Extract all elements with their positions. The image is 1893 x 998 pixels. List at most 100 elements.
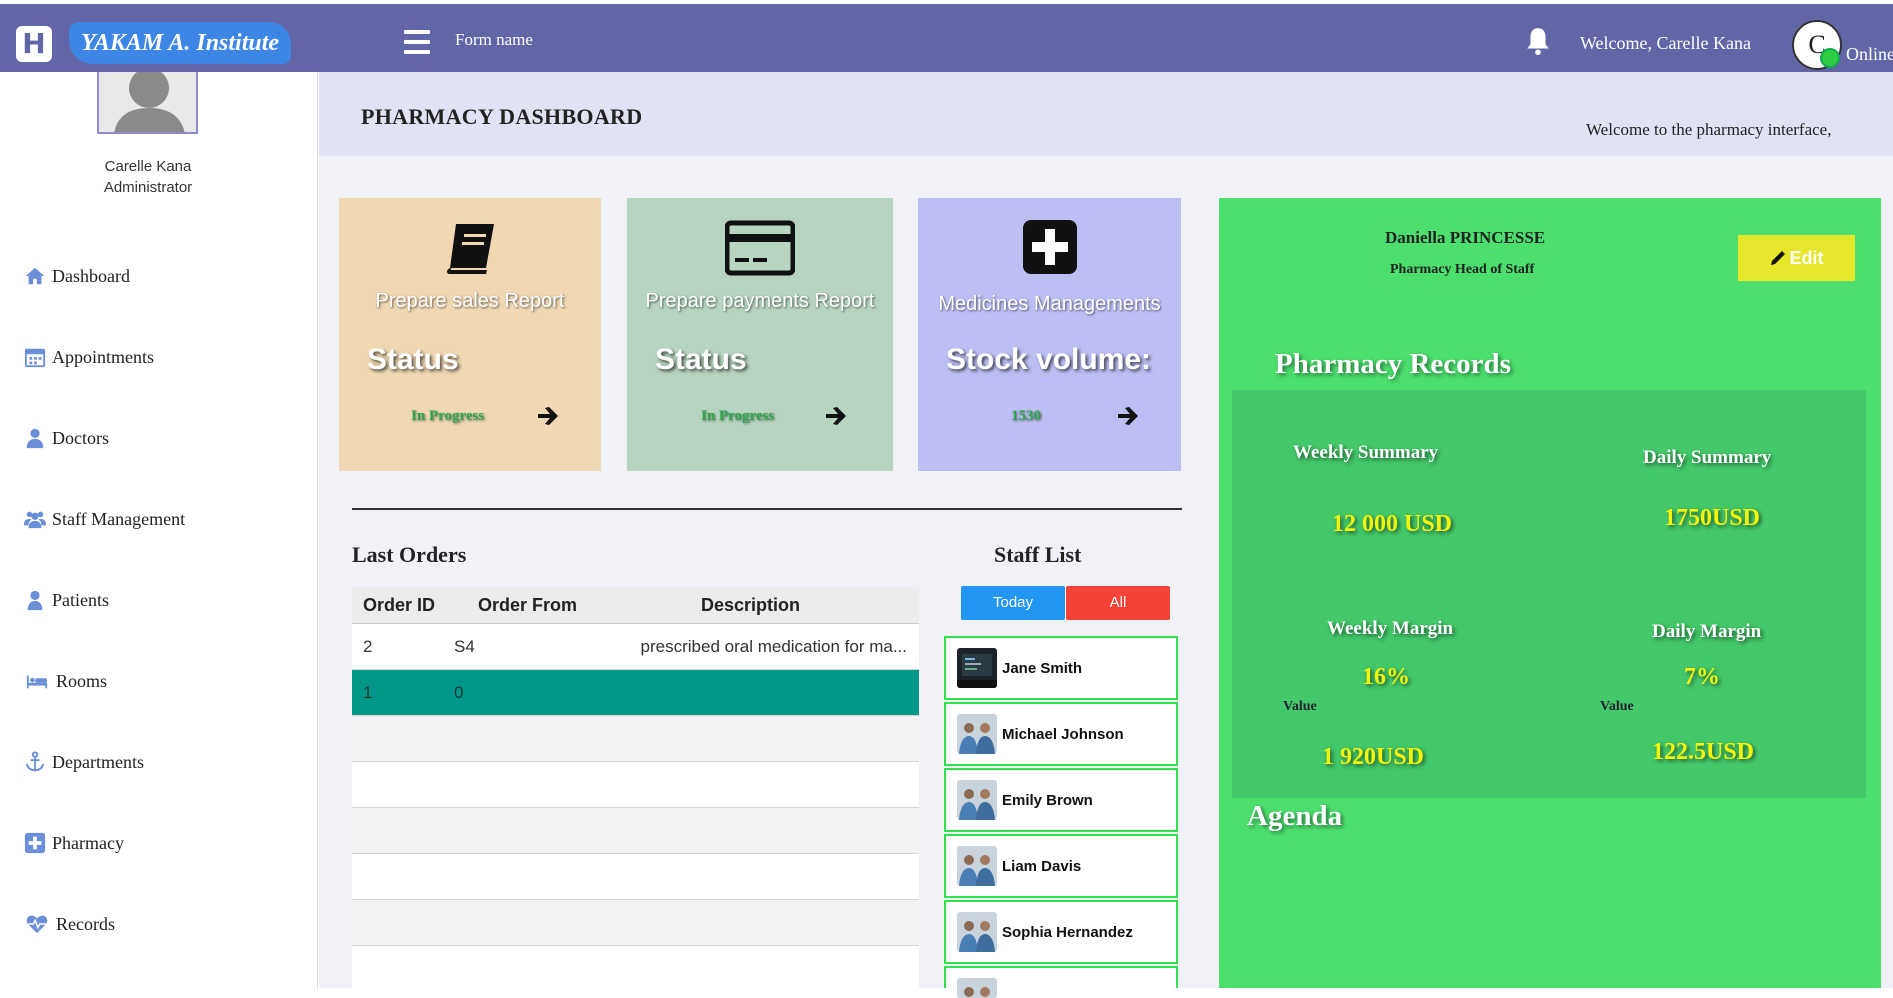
payments-report-card[interactable]: Prepare payments Report Status In Progre… (627, 198, 893, 471)
section-divider (352, 508, 1182, 510)
staff-photo (957, 978, 997, 998)
column-header[interactable]: Description (594, 595, 919, 616)
credit-card-icon (725, 220, 795, 276)
daily-value-label: Value (1600, 699, 1634, 714)
sidebar-item-label: Pharmacy (52, 832, 124, 853)
app-logo-icon[interactable]: H (16, 26, 52, 62)
form-name-label: Form name (455, 30, 533, 49)
table-row[interactable]: 1 0 (352, 670, 919, 716)
order-from-cell: S4 (454, 636, 475, 656)
head-staff-name: Daniella PRINCESSE (1385, 228, 1546, 247)
sidebar-item-doctors[interactable]: Doctors (24, 423, 109, 453)
card-caption: Prepare sales Report (375, 290, 565, 312)
card-caption: Prepare payments Report (645, 290, 875, 312)
medicines-management-card[interactable]: Medicines Managements Stock volume: 1530 (918, 198, 1181, 471)
plus-square-icon (1022, 220, 1077, 274)
anchor-icon (25, 751, 45, 772)
card-heading: Status (367, 343, 459, 376)
staff-list-item[interactable]: Sophia Hernandez (944, 900, 1178, 964)
weekly-summary-value: 12 000 USD (1332, 511, 1453, 537)
bed-icon (26, 675, 48, 689)
staff-list-item[interactable]: Emily Brown (944, 768, 1178, 832)
filter-all-button[interactable]: All (1066, 586, 1170, 620)
bell-icon[interactable] (1525, 26, 1551, 56)
sidebar-user-role: Administrator (103, 179, 193, 196)
daily-margin-label: Daily Margin (1652, 621, 1762, 642)
column-header[interactable]: Order ID (352, 595, 444, 616)
staff-list-item[interactable] (944, 966, 1178, 998)
sidebar-user-name: Carelle Kana (104, 158, 192, 175)
online-status-text: Online (1846, 44, 1893, 64)
sales-report-card[interactable]: Prepare sales Report Status In Progress (339, 198, 601, 471)
staff-list-item[interactable]: Liam Davis (944, 834, 1178, 898)
sidebar-item-label: Dashboard (52, 265, 130, 286)
card-status: In Progress (411, 408, 485, 424)
daily-summary-label: Daily Summary (1643, 447, 1772, 468)
weekly-margin-label: Weekly Margin (1327, 618, 1454, 639)
filter-today-button[interactable]: Today (961, 586, 1065, 620)
staff-photo (957, 648, 997, 688)
staff-list-item[interactable]: Jane Smith (944, 636, 1178, 700)
sidebar-item-dashboard[interactable]: Dashboard (24, 261, 130, 291)
staff-name: Liam Davis (1002, 857, 1082, 875)
orders-table: Order ID Order From Description 2 S4 pre… (352, 587, 919, 992)
daily-summary-value: 1750USD (1664, 505, 1761, 531)
heartbeat-icon (26, 915, 48, 934)
edit-button[interactable]: Edit (1738, 235, 1855, 281)
staff-photo (957, 912, 997, 952)
card-status: 1530 (1011, 408, 1041, 424)
table-row[interactable] (352, 808, 919, 854)
arrow-right-icon[interactable] (824, 404, 848, 428)
weekly-value: 1 920USD (1322, 744, 1425, 770)
sidebar-item-rooms[interactable]: Rooms (24, 666, 107, 696)
card-heading: Stock volume: (946, 343, 1152, 376)
sidebar-item-staff-management[interactable]: Staff Management (24, 504, 185, 534)
sidebar-item-pharmacy[interactable]: Pharmacy (24, 828, 124, 858)
welcome-user-text: Welcome, Carelle Kana (1580, 33, 1751, 53)
sidebar-item-patients[interactable]: Patients (24, 585, 109, 615)
daily-margin-value: 7% (1684, 664, 1720, 690)
sidebar-item-records[interactable]: Records (24, 909, 115, 939)
sidebar-item-appointments[interactable]: Appointments (24, 342, 154, 372)
users-icon (24, 511, 46, 529)
calendar-icon (24, 348, 46, 368)
order-id-cell: 2 (363, 636, 373, 656)
staff-name: Michael Johnson (1002, 725, 1124, 743)
staff-photo (957, 714, 997, 754)
pencil-icon (1770, 251, 1785, 265)
daily-value: 122.5USD (1652, 739, 1755, 765)
sidebar-item-departments[interactable]: Departments (24, 747, 144, 777)
doctor-icon (26, 428, 44, 449)
agenda-title: Agenda (1247, 800, 1343, 832)
sidebar-item-label: Departments (52, 751, 144, 772)
staff-list-title: Staff List (994, 542, 1082, 567)
weekly-summary-label: Weekly Summary (1293, 442, 1439, 463)
table-row[interactable] (352, 762, 919, 808)
last-orders-title: Last Orders (352, 542, 467, 567)
table-row[interactable] (352, 716, 919, 762)
table-row[interactable] (352, 946, 919, 992)
weekly-margin-value: 16% (1362, 664, 1410, 690)
hamburger-menu-icon[interactable] (404, 30, 430, 54)
brand-name[interactable]: YAKAM A. Institute (69, 22, 292, 64)
arrow-right-icon[interactable] (1116, 404, 1140, 428)
sidebar-item-label: Doctors (52, 427, 109, 448)
home-icon (25, 267, 45, 285)
head-staff-role: Pharmacy Head of Staff (1390, 262, 1535, 277)
page-title: PHARMACY DASHBOARD (361, 104, 643, 129)
staff-photo (957, 846, 997, 886)
staff-photo (957, 780, 997, 820)
table-row[interactable] (352, 900, 919, 946)
card-caption: Medicines Managements (938, 293, 1161, 315)
order-from-cell: 0 (454, 682, 464, 702)
order-id-cell: 1 (363, 682, 373, 702)
table-row[interactable] (352, 854, 919, 900)
arrow-right-icon[interactable] (536, 404, 560, 428)
staff-list-item[interactable]: Michael Johnson (944, 702, 1178, 766)
user-icon (27, 590, 43, 611)
table-row[interactable]: 2 S4 prescribed oral medication for ma..… (352, 624, 919, 670)
sidebar-item-label: Records (56, 913, 115, 934)
column-header[interactable]: Order From (444, 595, 594, 616)
sidebar-item-label: Appointments (52, 346, 154, 367)
online-status-indicator (1820, 48, 1840, 68)
